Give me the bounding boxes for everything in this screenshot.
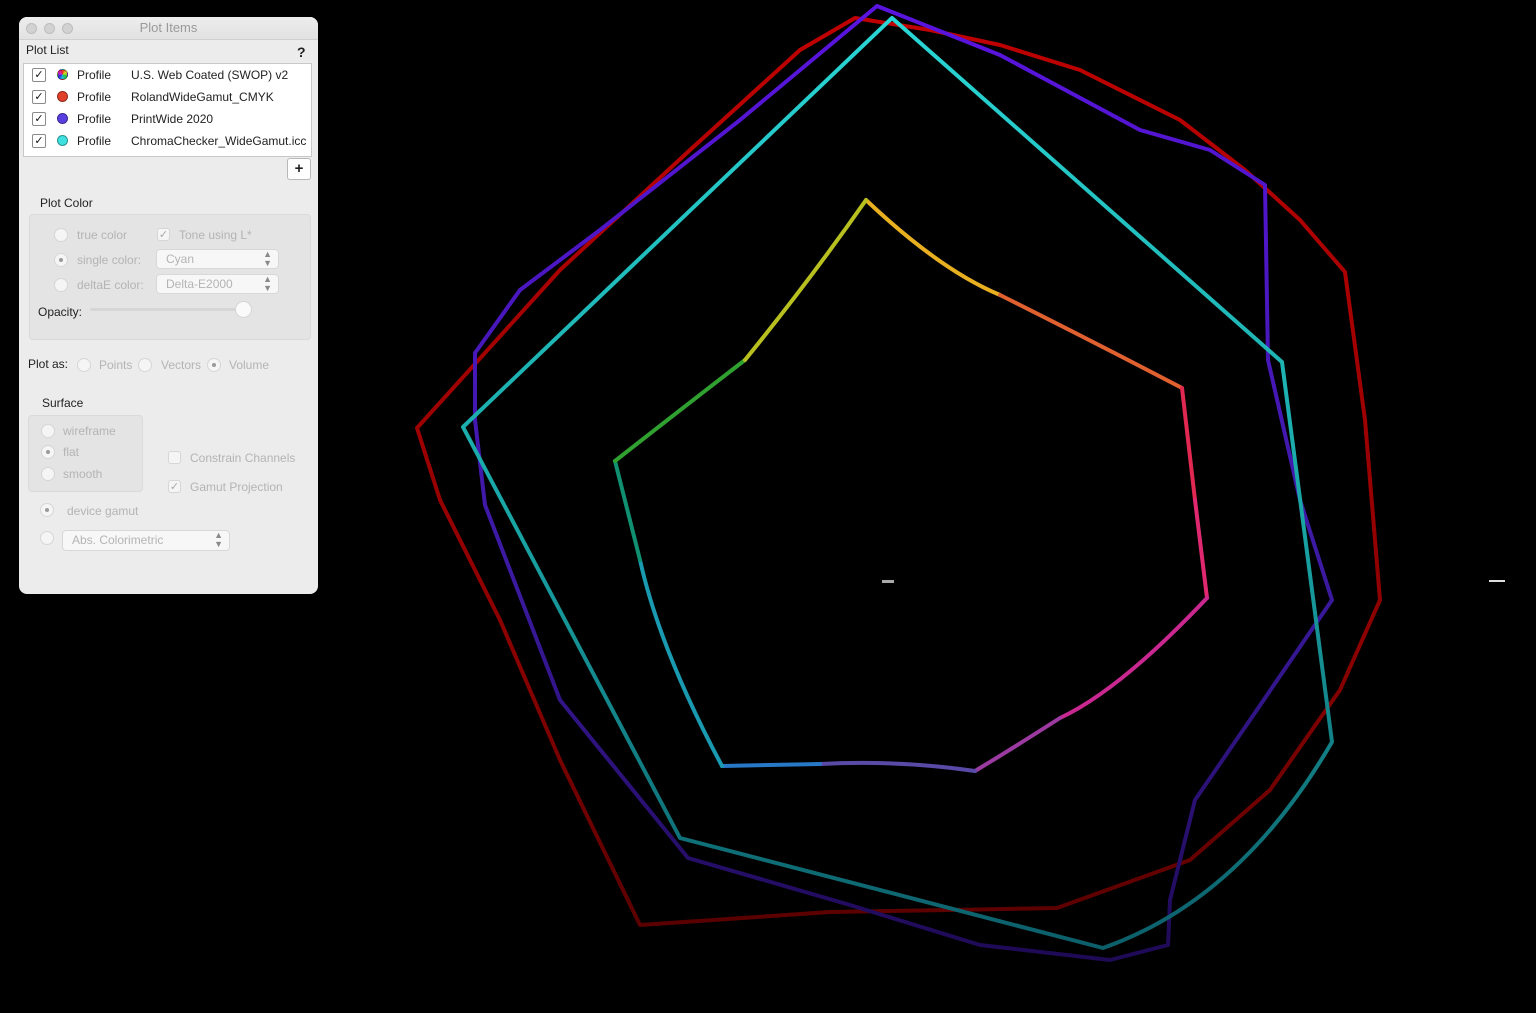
constrain-channels-label: Constrain Channels	[190, 451, 296, 465]
window-titlebar[interactable]: Plot Items	[19, 17, 318, 40]
select-arrows-icon: ▲ ▼	[214, 530, 223, 549]
gamut-projection-checkbox[interactable]: ✓	[168, 480, 181, 493]
select-arrows-icon: ▲ ▼	[263, 249, 272, 268]
gamut-projection-label: Gamut Projection	[190, 480, 283, 494]
vectors-radio[interactable]	[138, 358, 152, 372]
plot-list-label: Plot List	[26, 43, 69, 57]
plot-item-name: U.S. Web Coated (SWOP) v2	[131, 68, 289, 82]
device-gamut-label: device gamut	[67, 504, 139, 518]
wireframe-radio[interactable]	[41, 424, 55, 438]
plot-item-kind: Profile	[77, 112, 112, 126]
plot-item-checkbox[interactable]: ✓	[32, 68, 46, 82]
select-arrows-icon: ▲ ▼	[263, 274, 272, 293]
plot-item-name: PrintWide 2020	[131, 112, 214, 126]
opacity-slider-track[interactable]	[90, 308, 245, 311]
plot-item-name: RolandWideGamut_CMYK	[131, 90, 274, 104]
volume-radio[interactable]	[207, 358, 221, 372]
plot-item-name: ChromaChecker_WideGamut.icc	[131, 134, 307, 148]
window-title: Plot Items	[139, 20, 198, 35]
deltae-color-radio[interactable]	[54, 278, 68, 292]
plot-item-checkbox[interactable]: ✓	[32, 134, 46, 148]
multicolor-swatch-icon	[57, 69, 68, 80]
origin-marker	[882, 580, 894, 583]
vectors-label: Vectors	[161, 358, 202, 372]
plot-color-group: true color ✓ Tone using L* single color:…	[29, 214, 311, 340]
constrain-channels-checkbox[interactable]	[168, 451, 181, 464]
flat-radio[interactable]	[41, 445, 55, 459]
surface-label: Surface	[42, 396, 84, 410]
true-color-label: true color	[77, 228, 128, 242]
plot-items-window: Plot Items Plot List ? ✓ Profile U.S. We…	[19, 17, 318, 594]
plot-item-kind: Profile	[77, 134, 112, 148]
plot-list: ✓ Profile U.S. Web Coated (SWOP) v2 ✓ Pr…	[23, 63, 312, 157]
opacity-slider-knob[interactable]	[235, 301, 252, 318]
device-gamut-radio[interactable]	[40, 503, 54, 517]
points-label: Points	[99, 358, 133, 372]
single-color-select[interactable]: Cyan ▲ ▼	[156, 249, 279, 269]
gamut-outline-printwide	[473, 4, 1334, 962]
smooth-radio[interactable]	[41, 467, 55, 481]
plot-list-item[interactable]: ✓ Profile RolandWideGamut_CMYK	[24, 86, 311, 107]
plot-list-item[interactable]: ✓ Profile U.S. Web Coated (SWOP) v2	[24, 64, 311, 85]
gamut-outline-chromachecker	[461, 16, 1334, 950]
points-radio[interactable]	[77, 358, 91, 372]
surface-group: wireframe flat smooth	[28, 415, 143, 492]
plot-as-label: Plot as:	[28, 357, 69, 371]
flat-label: flat	[63, 445, 80, 459]
intent-radio[interactable]	[40, 531, 54, 545]
single-color-label: single color:	[77, 253, 142, 267]
red-swatch-icon	[57, 91, 68, 102]
smooth-label: smooth	[63, 467, 103, 481]
wireframe-label: wireframe	[63, 424, 116, 438]
single-color-value: Cyan	[166, 252, 195, 266]
plot-list-item[interactable]: ✓ Profile PrintWide 2020	[24, 108, 311, 129]
plot-item-kind: Profile	[77, 90, 112, 104]
rendering-intent-value: Abs. Colorimetric	[72, 533, 164, 547]
plot-item-kind: Profile	[77, 68, 112, 82]
deltae-value: Delta-E2000	[166, 277, 233, 291]
volume-label: Volume	[229, 358, 270, 372]
deltae-color-label: deltaE color:	[77, 278, 144, 292]
single-color-radio[interactable]	[54, 253, 68, 267]
plot-item-checkbox[interactable]: ✓	[32, 90, 46, 104]
help-button[interactable]: ?	[297, 44, 306, 60]
plot-list-item[interactable]: ✓ Profile ChromaChecker_WideGamut.icc	[24, 130, 311, 151]
deltae-select[interactable]: Delta-E2000 ▲ ▼	[156, 274, 279, 294]
opacity-label: Opacity:	[38, 305, 83, 319]
gamut-outline-rolandwidegamut	[415, 16, 1382, 927]
plot-color-label: Plot Color	[40, 196, 93, 210]
tone-using-checkbox[interactable]: ✓	[157, 228, 170, 241]
purple-swatch-icon	[57, 113, 68, 124]
true-color-radio[interactable]	[54, 228, 68, 242]
plot-item-checkbox[interactable]: ✓	[32, 112, 46, 126]
tone-using-label: Tone using L*	[179, 228, 252, 242]
cyan-swatch-icon	[57, 135, 68, 146]
rendering-intent-select[interactable]: Abs. Colorimetric ▲ ▼	[62, 530, 230, 551]
add-plot-item-button[interactable]: +	[287, 158, 311, 180]
gamut-outline-swop	[613, 198, 1209, 773]
